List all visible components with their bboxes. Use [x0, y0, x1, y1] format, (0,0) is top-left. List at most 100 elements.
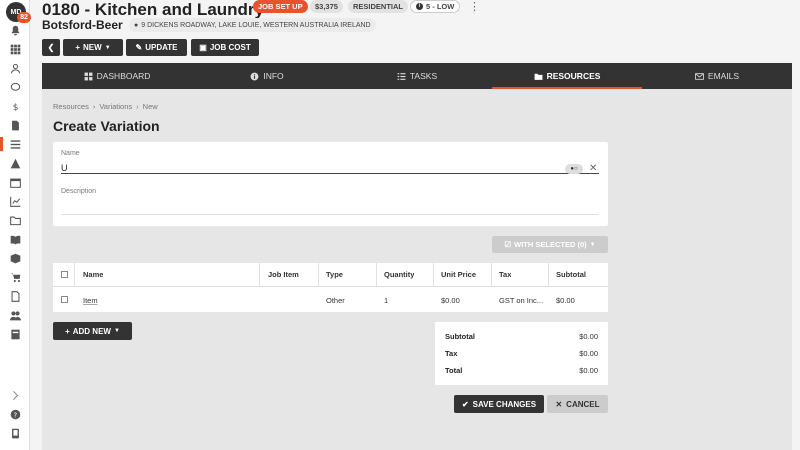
- tab-tasks-label: TASKS: [409, 71, 438, 81]
- location-pin-icon: ●: [134, 21, 139, 29]
- bell-icon[interactable]: [8, 23, 22, 37]
- ledger-icon[interactable]: [8, 327, 22, 341]
- tab-tasks[interactable]: TASKS: [342, 63, 492, 89]
- book-icon[interactable]: [8, 232, 22, 246]
- tablet-icon[interactable]: [8, 426, 22, 440]
- row-unit-price[interactable]: $0.00: [441, 296, 460, 305]
- total-label: Total: [445, 366, 463, 375]
- dollar-icon[interactable]: $: [8, 99, 22, 113]
- users-icon[interactable]: [8, 308, 22, 322]
- new-button[interactable]: + NEW ▼: [63, 39, 123, 56]
- folder-icon[interactable]: [8, 213, 22, 227]
- left-sidebar: MD 82 $ ?: [0, 0, 31, 450]
- info-icon: [250, 72, 259, 80]
- caret-down-icon: ▼: [589, 241, 596, 248]
- tab-bar: DASHBOARD INFO TASKS RESOURCES EMAILS: [42, 63, 792, 89]
- breadcrumb-variations[interactable]: Variations: [99, 102, 132, 111]
- variation-form: Name ●○ ✕ Description: [53, 142, 608, 226]
- save-changes-button[interactable]: ✔ SAVE CHANGES: [454, 395, 544, 413]
- amount-badge: $3,375: [310, 0, 343, 13]
- tab-info-label: INFO: [263, 71, 284, 81]
- user-icon[interactable]: [8, 61, 22, 75]
- tab-dashboard[interactable]: DASHBOARD: [42, 63, 192, 89]
- column-name[interactable]: Name: [83, 270, 103, 279]
- column-quantity[interactable]: Quantity: [384, 270, 414, 279]
- document-icon[interactable]: [8, 118, 22, 132]
- breadcrumb-resources[interactable]: Resources: [53, 102, 89, 111]
- column-divider: [548, 263, 549, 287]
- status-badge[interactable]: JOB SET UP: [253, 0, 308, 13]
- cancel-button[interactable]: ✕ CANCEL: [547, 395, 608, 413]
- column-job-item[interactable]: Job Item: [268, 270, 299, 279]
- add-new-button[interactable]: + ADD NEW ▼: [53, 322, 132, 340]
- update-button[interactable]: ✎ UPDATE: [126, 39, 187, 56]
- cancel-label: CANCEL: [566, 399, 600, 409]
- row-quantity[interactable]: 1: [384, 296, 388, 305]
- chevron-right-icon[interactable]: [8, 388, 22, 402]
- priority-label: 5 - LOW: [426, 2, 455, 11]
- row-name[interactable]: Item: [83, 296, 98, 305]
- cart-icon[interactable]: [8, 270, 22, 284]
- table-row[interactable]: Item Other 1 $0.00 GST on Inc... $0.00: [53, 288, 608, 312]
- tab-info[interactable]: INFO: [192, 63, 342, 89]
- more-options-icon[interactable]: ⋮: [469, 0, 480, 13]
- chat-icon[interactable]: [8, 80, 22, 94]
- chevron-left-icon: ❮: [47, 43, 55, 52]
- column-tax[interactable]: Tax: [499, 270, 511, 279]
- column-divider: [259, 263, 260, 287]
- pencil-icon: ✎: [135, 43, 143, 52]
- file-icon[interactable]: [8, 289, 22, 303]
- subtotal-label: Subtotal: [445, 332, 475, 341]
- help-icon[interactable]: ?: [8, 407, 22, 421]
- name-field-icons: ●○ ✕: [565, 163, 597, 174]
- chart-icon[interactable]: [8, 194, 22, 208]
- tax-label: Tax: [445, 349, 458, 358]
- row-tax[interactable]: GST on Inc...: [499, 296, 547, 305]
- breadcrumb-new: New: [142, 102, 158, 111]
- plus-icon: +: [75, 43, 81, 52]
- info-icon: i: [416, 3, 423, 10]
- address-text: 9 DICKENS ROADWAY, LAKE LOUIE, WESTERN A…: [141, 21, 371, 29]
- tab-emails-label: EMAILS: [707, 71, 740, 81]
- column-subtotal[interactable]: Subtotal: [556, 270, 586, 279]
- calendar-icon[interactable]: [8, 175, 22, 189]
- row-type[interactable]: Other: [326, 296, 345, 305]
- column-divider: [318, 263, 319, 287]
- tab-resources[interactable]: RESOURCES: [492, 63, 642, 89]
- address-badge[interactable]: ● 9 DICKENS ROADWAY, LAKE LOUIE, WESTERN…: [129, 18, 376, 32]
- description-input[interactable]: [61, 214, 599, 215]
- tasks-icon: [397, 72, 406, 80]
- column-unit-price[interactable]: Unit Price: [441, 270, 476, 279]
- add-new-label: ADD NEW: [72, 326, 111, 336]
- caret-down-icon: ▼: [104, 44, 111, 51]
- priority-badge[interactable]: i 5 - LOW: [410, 0, 461, 13]
- checkbox-icon: ☑: [504, 240, 512, 249]
- box-icon[interactable]: [8, 251, 22, 265]
- grid-icon[interactable]: [8, 42, 22, 56]
- sidebar-active-indicator: [0, 137, 3, 151]
- row-subtotal: $0.00: [556, 295, 575, 305]
- check-icon: ✔: [461, 399, 469, 409]
- plus-icon: +: [65, 326, 70, 336]
- clear-icon[interactable]: ✕: [589, 163, 597, 174]
- name-input[interactable]: [61, 162, 599, 174]
- client-name[interactable]: Botsford-Beer: [42, 18, 123, 32]
- password-manager-icon[interactable]: ●○: [565, 163, 583, 174]
- total-row: Total $0.00: [445, 366, 598, 375]
- row-checkbox[interactable]: [61, 296, 68, 303]
- tab-emails[interactable]: EMAILS: [642, 63, 792, 89]
- list-icon[interactable]: [8, 137, 22, 151]
- select-all-checkbox[interactable]: [61, 271, 68, 278]
- svg-text:$: $: [12, 102, 18, 111]
- back-button[interactable]: ❮: [42, 39, 60, 56]
- svg-text:?: ?: [13, 411, 17, 419]
- total-value: $0.00: [579, 366, 598, 375]
- job-cost-button[interactable]: ▣ JOB COST: [191, 39, 259, 56]
- tab-dashboard-label: DASHBOARD: [96, 71, 151, 81]
- with-selected-button[interactable]: ☑ WITH SELECTED (0) ▼: [492, 236, 608, 253]
- column-divider: [491, 263, 492, 287]
- warning-icon[interactable]: [8, 156, 22, 170]
- close-icon: ✕: [555, 399, 563, 409]
- column-type[interactable]: Type: [326, 270, 343, 279]
- breadcrumb-separator-icon: ›: [136, 102, 139, 111]
